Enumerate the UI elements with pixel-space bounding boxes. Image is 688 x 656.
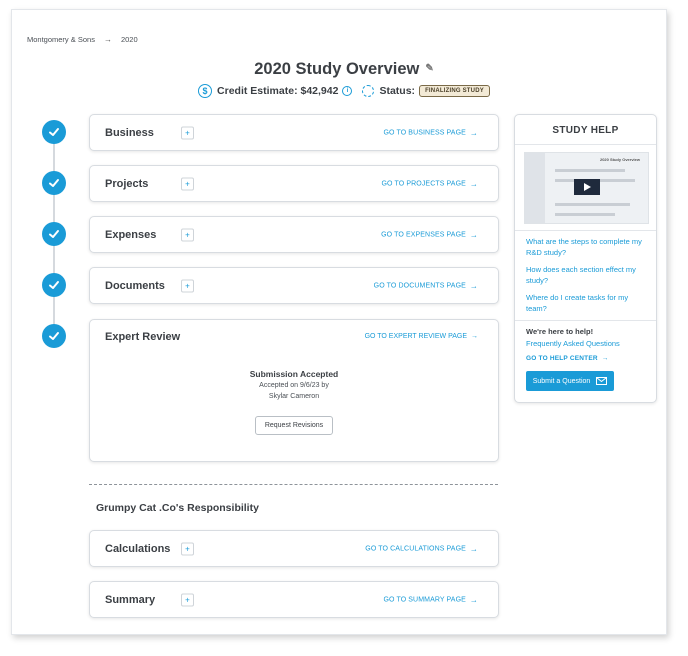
accepted-date: Accepted on 9/6/23 by <box>259 382 329 389</box>
video-thumbnail-sidebar <box>525 153 545 223</box>
arrow-right-icon: → <box>469 230 478 239</box>
arrow-right-icon: → <box>103 35 112 44</box>
link-label: GO TO EXPERT REVIEW PAGE <box>364 333 467 340</box>
reviewer-name: Skylar Cameron <box>268 393 320 400</box>
link-label: GO TO BUSINESS PAGE <box>383 129 466 136</box>
submit-question-button[interactable]: Submit a Question <box>526 371 614 391</box>
link-label: GO TO DOCUMENTS PAGE <box>373 282 466 289</box>
button-label: Submit a Question <box>532 377 591 385</box>
credit-value: $42,942 <box>300 85 339 97</box>
section-card-projects: Projects + GO TO PROJECTS PAGE → <box>89 165 499 202</box>
plus-icon[interactable]: + <box>181 177 194 190</box>
go-to-projects-link[interactable]: GO TO PROJECTS PAGE → <box>382 179 478 188</box>
divider <box>515 144 656 145</box>
status-label: Status: <box>379 85 416 97</box>
section-label: Business <box>105 126 154 139</box>
go-to-business-link[interactable]: GO TO BUSINESS PAGE → <box>383 128 478 137</box>
request-revisions-button[interactable]: Request Revisions <box>255 416 333 435</box>
plus-icon[interactable]: + <box>181 228 194 241</box>
arrow-right-icon: → <box>469 128 478 137</box>
section-card-expert-review: Expert Review GO TO EXPERT REVIEW PAGE → … <box>89 319 499 462</box>
section-card-business: Business + GO TO BUSINESS PAGE → <box>89 114 499 151</box>
link-label: GO TO PROJECTS PAGE <box>381 180 466 187</box>
check-icon <box>42 222 66 246</box>
page-title: 2020 Study Overview ✎ <box>0 60 688 79</box>
section-label: Projects <box>105 177 149 190</box>
breadcrumb-year: 2020 <box>120 35 138 44</box>
arrow-right-icon: → <box>471 333 478 340</box>
video-thumbnail-line <box>555 213 615 216</box>
help-question-link[interactable]: Where do I create tasks for my team? <box>526 292 648 314</box>
go-to-expenses-link[interactable]: GO TO EXPENSES PAGE → <box>381 230 478 239</box>
plus-icon[interactable]: + <box>181 126 194 139</box>
plus-icon[interactable]: + <box>181 542 194 555</box>
study-help-title: STUDY HELP <box>552 125 619 136</box>
section-label: Expert Review <box>105 331 181 343</box>
section-card-documents: Documents + GO TO DOCUMENTS PAGE → <box>89 267 499 304</box>
video-thumbnail-line <box>555 169 625 172</box>
status-spinner-icon <box>362 85 375 97</box>
video-thumbnail-line <box>555 203 630 206</box>
responsibility-title: Grumpy Cat .Co's Responsibility <box>96 502 259 514</box>
arrow-right-icon: → <box>469 544 478 553</box>
check-icon <box>42 273 66 297</box>
status-badge: FINALIZING STUDY <box>419 85 490 97</box>
help-question-link[interactable]: What are the steps to complete my R&D st… <box>526 236 648 258</box>
divider <box>515 320 656 321</box>
pencil-icon[interactable]: ✎ <box>425 63 433 74</box>
info-icon[interactable]: i <box>342 86 353 96</box>
help-intro: We're here to help! <box>526 327 594 336</box>
plus-icon[interactable]: + <box>181 279 194 292</box>
mail-icon <box>596 377 608 385</box>
check-icon <box>42 120 66 144</box>
go-to-summary-link[interactable]: GO TO SUMMARY PAGE → <box>383 595 478 604</box>
play-icon[interactable] <box>574 179 600 195</box>
section-card-calculations: Calculations + GO TO CALCULATIONS PAGE → <box>89 530 499 567</box>
page-title-text: 2020 Study Overview <box>254 60 420 78</box>
help-question-link[interactable]: How does each section effect my study? <box>526 264 648 286</box>
dollar-icon: $ <box>198 84 213 98</box>
section-card-summary: Summary + GO TO SUMMARY PAGE → <box>89 581 499 618</box>
help-center-link[interactable]: GO TO HELP CENTER → <box>526 355 608 362</box>
go-to-calculations-link[interactable]: GO TO CALCULATIONS PAGE → <box>365 544 478 553</box>
help-video[interactable]: 2020 Study Overview <box>524 152 649 224</box>
go-to-expert-review-link[interactable]: GO TO EXPERT REVIEW PAGE → <box>365 333 478 340</box>
check-icon <box>42 324 66 348</box>
study-help-panel: STUDY HELP 2020 Study Overview What are … <box>514 114 657 403</box>
section-card-expenses: Expenses + GO TO EXPENSES PAGE → <box>89 216 499 253</box>
section-label: Summary <box>105 593 156 606</box>
section-label: Expenses <box>105 228 157 241</box>
link-label: GO TO EXPENSES PAGE <box>381 231 466 238</box>
breadcrumb: Montgomery & Sons → 2020 <box>27 35 138 44</box>
check-icon <box>42 171 66 195</box>
go-to-documents-link[interactable]: GO TO DOCUMENTS PAGE → <box>374 281 478 290</box>
link-label: GO TO HELP CENTER <box>526 355 598 362</box>
divider <box>515 230 656 231</box>
faq-link[interactable]: Frequently Asked Questions <box>526 339 620 348</box>
section-label: Documents <box>105 279 165 292</box>
submission-status: Submission Accepted <box>249 369 339 379</box>
link-label: GO TO SUMMARY PAGE <box>383 596 466 603</box>
link-label: GO TO CALCULATIONS PAGE <box>365 545 466 552</box>
arrow-right-icon: → <box>469 179 478 188</box>
study-meta: $ Credit Estimate: $42,942 i Status: FIN… <box>0 84 688 98</box>
divider <box>89 484 498 485</box>
video-thumbnail-title: 2020 Study Overview <box>599 157 640 162</box>
arrow-right-icon: → <box>469 281 478 290</box>
credit-label: Credit Estimate: <box>217 85 298 97</box>
section-label: Calculations <box>105 542 171 555</box>
breadcrumb-company[interactable]: Montgomery & Sons <box>27 35 95 44</box>
arrow-right-icon: → <box>469 595 478 604</box>
plus-icon[interactable]: + <box>181 593 194 606</box>
arrow-right-icon: → <box>601 355 609 362</box>
